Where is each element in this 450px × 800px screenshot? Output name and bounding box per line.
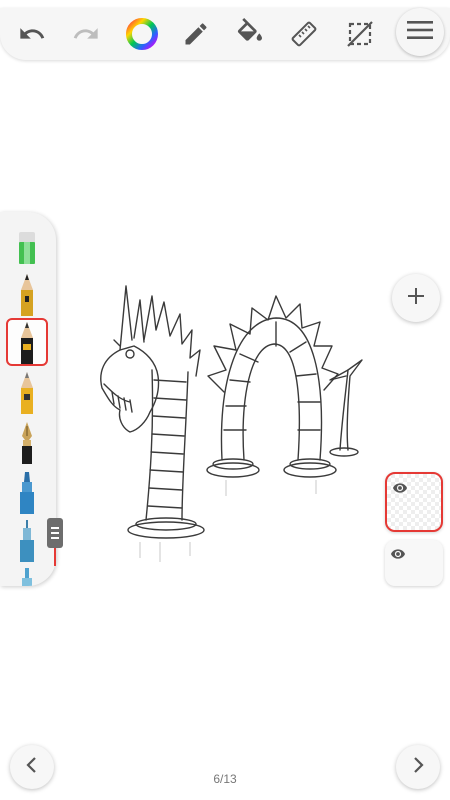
brush-size-handle[interactable]	[47, 518, 63, 548]
previous-page-button[interactable]	[10, 745, 54, 789]
redo-icon[interactable]	[66, 14, 106, 54]
ruler-icon[interactable]	[284, 14, 324, 54]
chevron-left-icon	[25, 756, 39, 779]
selection-icon[interactable]	[340, 14, 380, 54]
fountain-pen-icon[interactable]	[6, 418, 48, 466]
brush-size-indicator	[54, 548, 56, 566]
plus-icon	[406, 286, 426, 311]
pencil-2h-icon[interactable]	[6, 368, 48, 416]
pencil-icon[interactable]	[176, 14, 216, 54]
canvas-drawing[interactable]	[90, 280, 370, 570]
fill-bucket-icon[interactable]	[230, 14, 270, 54]
eraser-icon[interactable]	[6, 224, 48, 272]
add-layer-button[interactable]	[392, 274, 440, 322]
top-toolbar	[0, 8, 450, 60]
marker-icon[interactable]	[6, 468, 48, 516]
layer-thumbnail-1[interactable]	[385, 472, 443, 532]
eye-icon[interactable]	[391, 546, 405, 564]
marker-fine-icon[interactable]	[6, 516, 48, 564]
page-indicator: 6/13	[213, 772, 237, 786]
undo-icon[interactable]	[12, 14, 52, 54]
eye-icon[interactable]	[393, 480, 407, 498]
marker-3-icon[interactable]	[6, 564, 48, 586]
pencil-hb-icon[interactable]	[6, 318, 48, 366]
pencil-6b-icon[interactable]	[6, 270, 48, 318]
menu-icon	[407, 20, 433, 45]
layer-thumbnail-2[interactable]	[385, 540, 443, 586]
menu-button[interactable]	[396, 8, 444, 56]
color-wheel-icon[interactable]	[122, 14, 162, 54]
chevron-right-icon	[411, 756, 425, 779]
next-page-button[interactable]	[396, 745, 440, 789]
